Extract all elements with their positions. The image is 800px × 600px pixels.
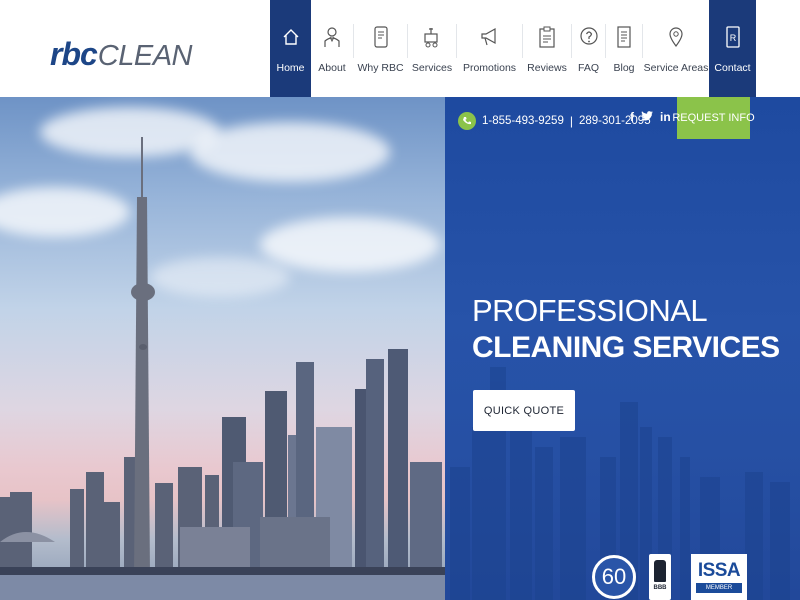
bbb-torch-icon: [654, 560, 666, 582]
map-pin-icon: [664, 25, 688, 49]
nav-label: Home: [276, 62, 305, 74]
nav-item-faq[interactable]: FAQ: [572, 0, 605, 97]
clipboard-icon: [535, 25, 559, 49]
issa-badge[interactable]: ISSA MEMBER: [691, 554, 747, 600]
nav-item-promotions[interactable]: Promotions: [457, 0, 522, 97]
hero-section: 1-855-493-9259 | 289-301-2095 f in REQUE…: [0, 97, 800, 600]
certification-badges: 60 BBB ISSA MEMBER: [592, 552, 752, 600]
nav-label: Services: [411, 62, 453, 74]
bbb-text: BBB: [653, 585, 667, 591]
site-header: rbc CLEAN Home About Why RBC Services Pr…: [0, 0, 800, 97]
nav-label: Promotions: [462, 62, 517, 74]
linkedin-icon[interactable]: in: [660, 110, 671, 124]
hero-headline-line2: CLEANING SERVICES: [472, 331, 780, 364]
question-bubble-icon: [577, 25, 601, 49]
nav-item-reviews[interactable]: Reviews: [523, 0, 571, 97]
logo-clean: CLEAN: [97, 40, 193, 72]
nav-label: Reviews: [527, 62, 567, 74]
nav-item-home[interactable]: Home: [270, 0, 311, 97]
svg-text:R: R: [729, 33, 736, 43]
facebook-icon[interactable]: f: [630, 110, 634, 124]
nav-item-service-areas[interactable]: Service Areas: [643, 0, 709, 97]
megaphone-icon: [478, 25, 502, 49]
contact-book-icon: R: [721, 25, 745, 49]
request-info-button[interactable]: REQUEST INFO: [672, 97, 755, 139]
nav-item-blog[interactable]: Blog: [606, 0, 642, 97]
logo[interactable]: rbc CLEAN: [50, 36, 193, 72]
nav-item-about[interactable]: About: [311, 0, 353, 97]
years-badge: 60: [592, 555, 636, 599]
nav-label: Contact: [714, 62, 751, 74]
issa-text: ISSA: [697, 560, 741, 581]
nav-label: Service Areas: [643, 62, 709, 74]
phone-separator: |: [569, 114, 573, 128]
issa-member-text: MEMBER: [696, 583, 742, 593]
nav-label: Why RBC: [357, 62, 404, 74]
person-icon: [320, 25, 344, 49]
phone-document-icon: [369, 25, 393, 49]
cleaning-cart-icon: [420, 25, 444, 49]
nav-item-contact[interactable]: R Contact: [709, 0, 756, 97]
twitter-icon[interactable]: [641, 110, 653, 124]
hero-headline-line1: PROFESSIONAL: [472, 293, 708, 328]
nav-label: FAQ: [577, 62, 599, 74]
logo-rbc: rbc: [50, 36, 98, 72]
bbb-badge[interactable]: BBB: [649, 554, 671, 600]
document-icon: [612, 25, 636, 49]
nav-label: Blog: [613, 62, 635, 74]
nav-item-why-rbc[interactable]: Why RBC: [354, 0, 407, 97]
phone-number-primary[interactable]: 1-855-493-9259: [482, 115, 564, 127]
nav-item-services[interactable]: Services: [408, 0, 456, 97]
phone-icon: [458, 112, 476, 130]
nav-label: About: [318, 62, 346, 74]
quick-quote-button[interactable]: QUICK QUOTE: [473, 390, 575, 431]
main-nav: Home About Why RBC Services Promotions R…: [270, 0, 756, 97]
social-links: f in: [630, 110, 671, 124]
home-icon: [279, 25, 303, 49]
